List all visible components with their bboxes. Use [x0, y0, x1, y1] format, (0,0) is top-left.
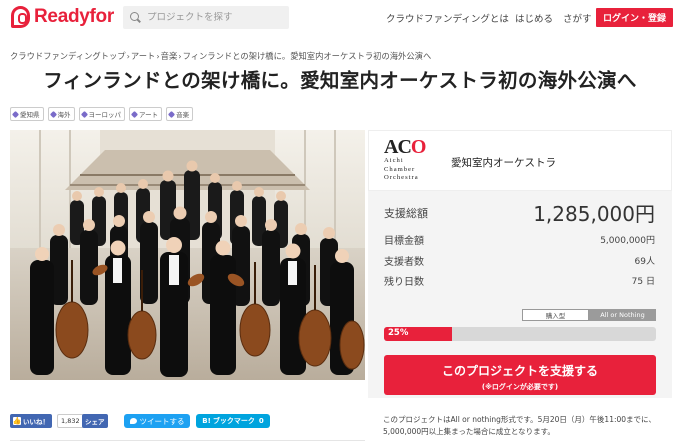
total-support-value: 1,285,000円 — [533, 202, 655, 226]
goal-amount-value: 5,000,000円 — [600, 236, 655, 246]
org-logo-line-3: Orchestra — [384, 174, 419, 181]
nav-find[interactable]: さがす — [563, 11, 592, 25]
org-logo-letter-a: A — [384, 136, 398, 158]
hatena-icon: B! — [202, 417, 211, 425]
site-header: Readyfor クラウドファンディングとは はじめる さがす ログイン・登録 — [0, 0, 680, 36]
hatena-bookmark-button[interactable]: B! ブックマーク 0 — [196, 414, 270, 428]
funding-type-toggle: 購入型 All or Nothing — [522, 309, 656, 321]
tag-item[interactable]: アート — [129, 107, 163, 121]
tag-item[interactable]: 海外 — [47, 107, 75, 121]
backers-value: 69人 — [634, 257, 655, 267]
organizer-row[interactable]: ACO Aichi Chamber Orchestra 愛知室内オーケストラ — [368, 130, 672, 191]
readyfor-logo[interactable]: Readyfor — [11, 6, 114, 28]
tag-icon — [11, 110, 20, 118]
tag-icon — [49, 110, 57, 118]
support-project-button[interactable]: このプロジェクトを支援する (※ログインが必要です) — [384, 355, 656, 395]
org-logo-line-1: Aichi — [384, 157, 404, 164]
nav-about-crowdfunding[interactable]: クラウドファンディングとは — [386, 11, 509, 25]
org-logo-line-2: Chamber — [384, 165, 416, 173]
org-logo-letter-o: O — [410, 136, 427, 158]
hatena-label: ブックマーク — [212, 417, 255, 425]
funding-type-keep-it[interactable]: 購入型 — [522, 309, 589, 321]
total-support-label: 支援総額 — [384, 207, 428, 220]
org-logo-letter-c: C — [397, 136, 411, 158]
breadcrumb-separator: › — [126, 51, 130, 61]
twitter-bird-icon — [129, 418, 137, 424]
project-main-photo — [10, 130, 365, 380]
facebook-like-count: 1,832 — [57, 414, 84, 428]
days-left-label: 残り日数 — [384, 277, 424, 288]
search-icon — [130, 12, 141, 23]
facebook-like-button[interactable]: 👍 いいね！ — [10, 414, 52, 428]
breadcrumb-item[interactable]: アート — [131, 51, 155, 61]
breadcrumb-item[interactable]: クラウドファンディングトップ — [10, 51, 126, 61]
search-box[interactable] — [123, 6, 289, 29]
days-left-value: 75 日 — [631, 277, 655, 287]
logo-text: Readyfor — [34, 6, 114, 27]
goal-amount-label: 目標金額 — [384, 236, 424, 247]
tweet-button[interactable]: ツイートする — [124, 414, 190, 428]
tag-label: 海外 — [57, 111, 71, 119]
tag-label: アート — [139, 111, 159, 119]
facebook-share-button[interactable]: シェア — [82, 414, 108, 428]
tag-item[interactable]: 音楽 — [166, 107, 194, 121]
facebook-like-label: いいね！ — [23, 418, 49, 426]
readyfor-logo-icon — [11, 6, 30, 28]
all-or-nothing-note: このプロジェクトはAll or nothing形式です。5月20日（月）午後11… — [383, 415, 656, 436]
tag-label: ヨーロッパ — [88, 111, 122, 119]
backers-label: 支援者数 — [384, 257, 424, 268]
nav-start[interactable]: はじめる — [515, 11, 553, 25]
tag-label: 音楽 — [176, 111, 190, 119]
progress-percent: 25% — [388, 328, 409, 338]
breadcrumb-current: フィンランドとの架け橋に。愛知室内オーケストラ初の海外公演へ — [182, 51, 432, 61]
funding-progress-bar: 25% — [384, 327, 656, 341]
tag-icon — [80, 110, 88, 118]
aichi-chamber-orchestra-logo: ACO Aichi Chamber Orchestra — [384, 137, 436, 189]
tag-list: 愛知県 海外 ヨーロッパ アート 音楽 — [10, 107, 194, 121]
page-title: フィンランドとの架け橋に。愛知室内オーケストラ初の海外公演へ — [43, 69, 637, 92]
tag-item[interactable]: ヨーロッパ — [78, 107, 125, 121]
funding-type-all-or-nothing[interactable]: All or Nothing — [589, 309, 656, 321]
breadcrumb-separator: › — [156, 51, 160, 61]
hatena-count: 0 — [258, 417, 264, 425]
breadcrumb-separator: › — [178, 51, 182, 61]
search-input[interactable] — [147, 12, 287, 23]
tag-label: 愛知県 — [20, 111, 40, 119]
tweet-label: ツイートする — [139, 416, 185, 426]
tag-icon — [168, 110, 176, 118]
support-button-label: このプロジェクトを支援する — [441, 364, 598, 378]
tag-item[interactable]: 愛知県 — [10, 107, 44, 121]
support-button-sublabel: (※ログインが必要です) — [481, 383, 559, 391]
login-register-button[interactable]: ログイン・登録 — [596, 8, 673, 27]
divider — [10, 440, 365, 441]
organizer-name[interactable]: 愛知室内オーケストラ — [451, 155, 556, 170]
orchestra-photo-illustration — [10, 130, 365, 380]
org-logo-mark: ACO — [384, 137, 436, 157]
breadcrumb-item[interactable]: 音楽 — [161, 51, 178, 61]
tag-icon — [130, 110, 139, 118]
project-summary-panel: ACO Aichi Chamber Orchestra 愛知室内オーケストラ 支… — [368, 130, 672, 398]
facebook-thumb-icon: 👍 — [12, 417, 22, 425]
breadcrumb: クラウドファンディングトップ›アート›音楽›フィンランドとの架け橋に。愛知室内オ… — [10, 50, 431, 62]
